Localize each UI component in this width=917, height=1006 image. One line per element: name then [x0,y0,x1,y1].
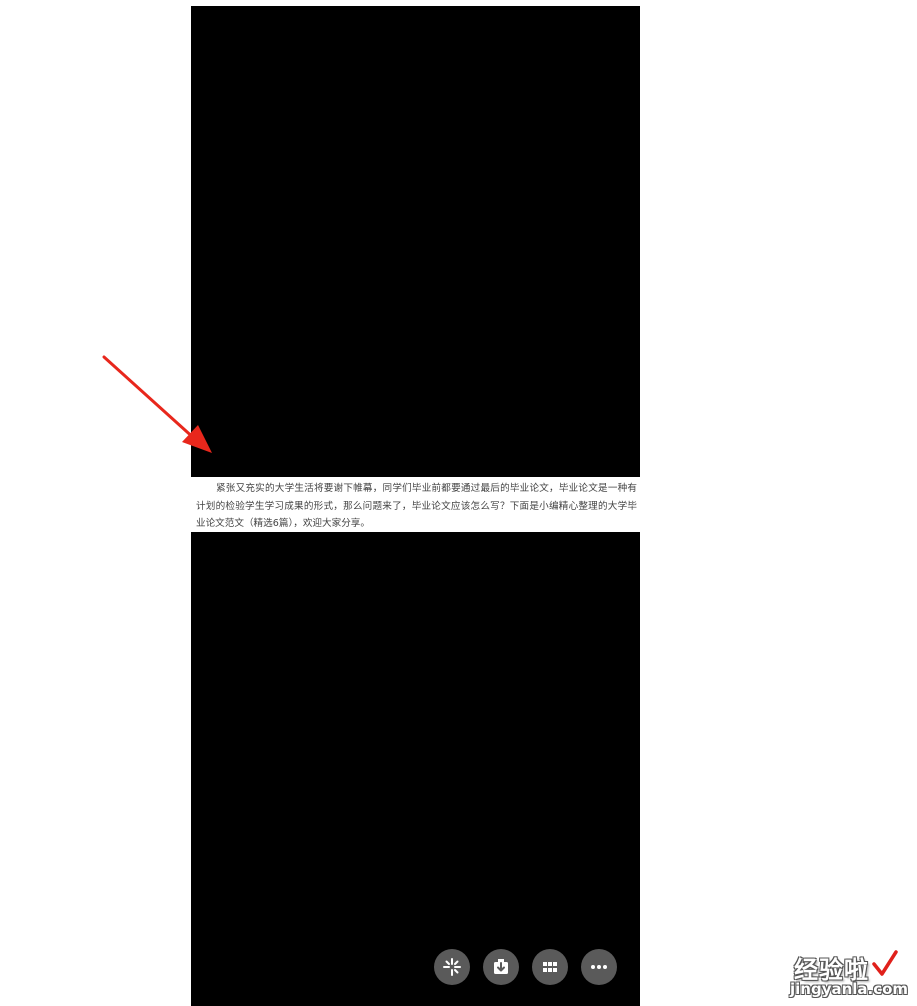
sparkle-icon [443,958,461,976]
article-text-block: 紧张又充实的大学生活将要谢下帷幕，同学们毕业前都要通过最后的毕业论文，毕业论文是… [191,477,640,532]
viewer-toolbar [434,949,617,985]
grid-icon [543,962,557,972]
image-viewer-bottom [191,532,640,1006]
image-viewer-top [191,6,640,477]
article-paragraph: 紧张又充实的大学生活将要谢下帷幕，同学们毕业前都要通过最后的毕业论文，毕业论文是… [196,483,637,529]
download-icon [494,959,508,974]
watermark: 经验啦 jingyanla.com [790,950,910,1002]
download-button[interactable] [483,949,519,985]
more-icon [591,965,607,969]
sparkle-button[interactable] [434,949,470,985]
grid-button[interactable] [532,949,568,985]
watermark-url: jingyanla.com [790,980,909,998]
checkmark-icon [872,950,898,976]
more-button[interactable] [581,949,617,985]
